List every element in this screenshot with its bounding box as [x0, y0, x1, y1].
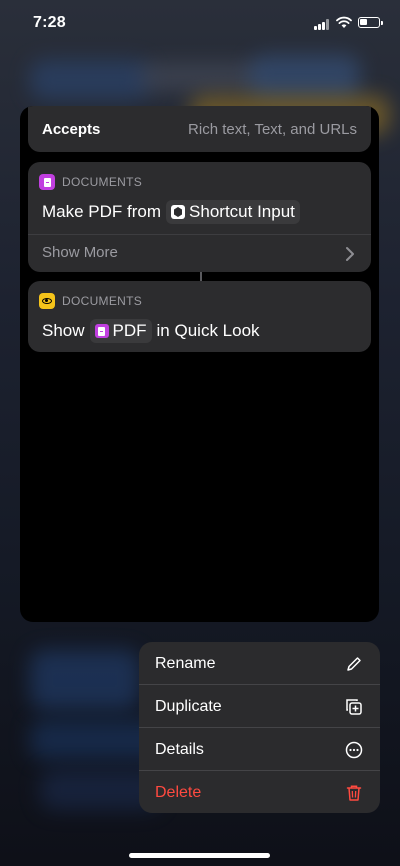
- documents-icon: [39, 174, 55, 190]
- menu-item-delete[interactable]: Delete: [139, 771, 380, 813]
- menu-item-label: Delete: [155, 784, 202, 801]
- category-label: DOCUMENTS: [62, 294, 143, 308]
- category-label: DOCUMENTS: [62, 175, 143, 189]
- battery-icon: [358, 17, 383, 28]
- variable-token: Shortcut Input: [166, 200, 300, 224]
- status-bar: 7:28: [0, 0, 400, 46]
- menu-item-label: Rename: [155, 655, 216, 672]
- shortcut-preview: Accepts Rich text, Text, and URLs DOCUME…: [20, 106, 379, 622]
- background-blur: [140, 62, 260, 92]
- duplicate-icon: [346, 699, 362, 715]
- action-category: DOCUMENTS: [39, 293, 142, 309]
- shortcuts-icon: [171, 205, 186, 219]
- action-text-before: Show: [42, 321, 85, 340]
- trash-icon: [346, 785, 362, 801]
- home-indicator[interactable]: [129, 853, 270, 858]
- action-quick-look: DOCUMENTS Show PDF in Quick Look: [28, 281, 371, 352]
- ellipsis-circle-icon: [345, 741, 363, 759]
- chevron-right-icon: [346, 247, 354, 261]
- wifi-icon: [336, 16, 352, 28]
- status-time: 7:28: [33, 14, 66, 31]
- action-text: Show PDF in Quick Look: [42, 319, 260, 343]
- menu-item-details[interactable]: Details: [139, 728, 380, 771]
- action-connector: [200, 272, 202, 281]
- action-text: Make PDF from Shortcut Input: [42, 200, 305, 224]
- menu-item-rename[interactable]: Rename: [139, 642, 380, 685]
- action-category: DOCUMENTS: [39, 174, 142, 190]
- background-blur: [30, 650, 140, 710]
- menu-item-label: Details: [155, 741, 204, 758]
- documents-icon: [94, 324, 109, 338]
- menu-item-duplicate[interactable]: Duplicate: [139, 685, 380, 728]
- divider: [28, 234, 371, 235]
- token-label: PDF: [112, 321, 147, 340]
- background-blur: [30, 60, 150, 100]
- context-menu: Rename Duplicate Details Delete: [139, 642, 380, 813]
- action-text-before: Make PDF from: [42, 202, 162, 221]
- accepts-row: Accepts Rich text, Text, and URLs: [28, 106, 371, 152]
- action-make-pdf: DOCUMENTS Make PDF from Shortcut Input S…: [28, 162, 371, 272]
- variable-token: PDF: [89, 319, 152, 343]
- accepts-value: Rich text, Text, and URLs: [188, 121, 357, 138]
- action-text-after: in Quick Look: [156, 321, 260, 340]
- pencil-icon: [347, 657, 361, 671]
- accepts-label: Accepts: [42, 121, 101, 138]
- eye-icon: [39, 293, 55, 309]
- menu-item-label: Duplicate: [155, 698, 222, 715]
- cellular-signal-icon: [314, 19, 330, 30]
- token-label: Shortcut Input: [189, 202, 295, 221]
- show-more-button: Show More: [42, 244, 118, 261]
- background-blur: [250, 55, 360, 100]
